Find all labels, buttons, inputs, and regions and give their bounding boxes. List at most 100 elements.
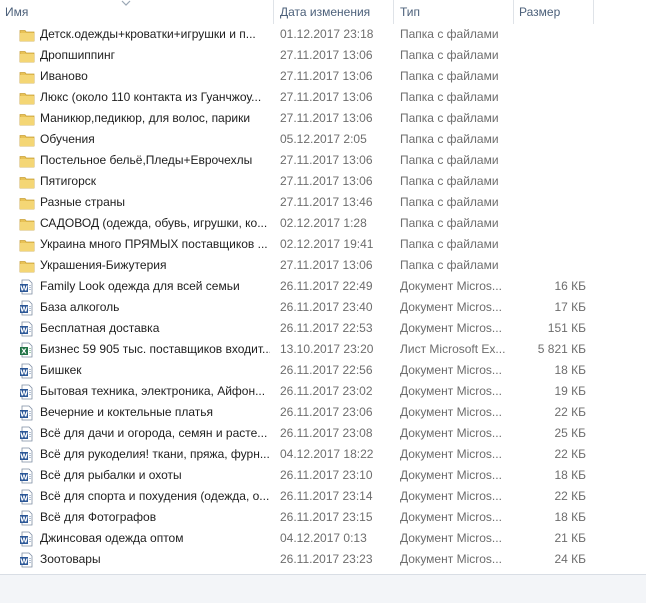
file-row[interactable]: W Вечерние и коктельные платья 26.11.2017… xyxy=(0,402,646,423)
column-header-name[interactable]: Имя xyxy=(5,0,28,24)
folder-icon xyxy=(19,69,35,85)
file-type: Документ Micros... xyxy=(400,384,502,398)
file-row[interactable]: W Всё для спорта и похудения (одежда, о.… xyxy=(0,486,646,507)
file-name: Джинсовая одежда оптом xyxy=(40,531,184,545)
file-row[interactable]: W Всё для дачи и огорода, семян и расте.… xyxy=(0,423,646,444)
file-type: Документ Micros... xyxy=(400,300,502,314)
bottom-pane xyxy=(0,574,646,603)
file-row[interactable]: W Всё для Фотографов 26.11.2017 23:15 Доку… xyxy=(0,507,646,528)
file-type: Папка с файлами xyxy=(400,216,499,230)
file-size: 19 КБ xyxy=(554,384,586,398)
file-type: Документ Micros... xyxy=(400,405,502,419)
file-size xyxy=(518,171,586,192)
file-size xyxy=(518,45,586,66)
file-date: 27.11.2017 13:06 xyxy=(280,153,373,167)
column-separator[interactable] xyxy=(593,0,594,24)
column-header-size[interactable]: Размер xyxy=(519,0,560,24)
file-type: Документ Micros... xyxy=(400,447,502,461)
file-row[interactable]: Дропшиппинг 27.11.2017 13:06 Папка с файла… xyxy=(0,45,646,66)
file-size: 18 КБ xyxy=(554,510,586,524)
file-type: Документ Micros... xyxy=(400,363,502,377)
file-date: 27.11.2017 13:06 xyxy=(280,48,373,62)
file-name: Вечерние и коктельные платья xyxy=(40,405,214,419)
file-row[interactable]: Детск.одежды+кроватки+игрушки и п... 01.1… xyxy=(0,24,646,45)
file-date: 27.11.2017 13:06 xyxy=(280,69,373,83)
file-row[interactable]: W Джинсовая одежда оптом 04.12.2017 0:13 Д… xyxy=(0,528,646,549)
file-name: Всё для рукоделия! ткани, пряжа, фурн... xyxy=(40,447,270,461)
file-type: Папка с файлами xyxy=(400,132,499,146)
svg-text:W: W xyxy=(20,369,28,377)
file-row[interactable]: Иваново 27.11.2017 13:06 Папка с файлами xyxy=(0,66,646,87)
file-size: 25 КБ xyxy=(554,426,586,440)
word-doc-icon: W xyxy=(19,489,35,505)
file-size: 22 КБ xyxy=(554,405,586,419)
svg-text:W: W xyxy=(20,537,28,545)
svg-text:X: X xyxy=(21,348,27,356)
file-date: 26.11.2017 23:15 xyxy=(280,510,373,524)
file-row[interactable]: Обучения 05.12.2017 2:05 Папка с файлами xyxy=(0,129,646,150)
file-row[interactable]: Украшения-Бижутерия 27.11.2017 13:06 Папка… xyxy=(0,255,646,276)
column-header-type[interactable]: Тип xyxy=(400,0,420,24)
sort-chevron-icon xyxy=(121,0,131,6)
file-size: 22 КБ xyxy=(554,447,586,461)
file-date: 26.11.2017 23:23 xyxy=(280,552,373,566)
excel-sheet-icon: X xyxy=(19,342,35,358)
word-doc-icon: W xyxy=(19,321,35,337)
file-date: 26.11.2017 23:14 xyxy=(280,489,373,503)
file-date: 27.11.2017 13:46 xyxy=(280,195,373,209)
column-separator[interactable] xyxy=(273,0,274,24)
file-row[interactable]: W Зоотовары 26.11.2017 23:23 Документ Micr… xyxy=(0,549,646,570)
file-date: 02.12.2017 1:28 xyxy=(280,216,367,230)
file-name: Украшения-Бижутерия xyxy=(40,258,167,272)
file-date: 26.11.2017 23:10 xyxy=(280,468,373,482)
file-row[interactable]: Люкс (около 110 контакта из Гуанчжоу... 2… xyxy=(0,87,646,108)
file-size xyxy=(518,150,586,171)
file-name: Всё для рыбалки и охоты xyxy=(40,468,182,482)
file-type: Документ Micros... xyxy=(400,426,502,440)
file-name: Постельное бельё,Пледы+Еврочехлы xyxy=(40,153,253,167)
file-type: Документ Micros... xyxy=(400,279,502,293)
file-date: 04.12.2017 18:22 xyxy=(280,447,374,461)
file-date: 27.11.2017 13:06 xyxy=(280,258,373,272)
column-separator[interactable] xyxy=(513,0,514,24)
file-size xyxy=(518,66,586,87)
file-date: 26.11.2017 22:53 xyxy=(280,321,373,335)
file-size xyxy=(518,129,586,150)
file-name: Украина много ПРЯМЫХ поставщиков ... xyxy=(40,237,268,251)
file-size: 16 КБ xyxy=(554,279,586,293)
file-row[interactable]: W Всё для рукоделия! ткани, пряжа, фурн.… xyxy=(0,444,646,465)
file-row[interactable]: W Бишкек 26.11.2017 22:56 Документ Micros.… xyxy=(0,360,646,381)
file-name: Всё для дачи и огорода, семян и расте... xyxy=(40,426,268,440)
file-name: Иваново xyxy=(40,69,88,83)
file-size: 18 КБ xyxy=(554,468,586,482)
file-row[interactable]: Маникюр,педикюр, для волос, парики 27.11.… xyxy=(0,108,646,129)
file-row[interactable]: X Бизнес 59 905 тыс. поставщиков входит.… xyxy=(0,339,646,360)
word-doc-icon: W xyxy=(19,405,35,421)
file-size: 17 КБ xyxy=(554,300,586,314)
file-row[interactable]: W Family Look одежда для всей семьи 26.11… xyxy=(0,276,646,297)
file-row[interactable]: Разные страны 27.11.2017 13:46 Папка с фай… xyxy=(0,192,646,213)
file-row[interactable]: W База алкоголь 26.11.2017 23:40 Документ … xyxy=(0,297,646,318)
column-separator[interactable] xyxy=(393,0,394,24)
file-row[interactable]: Пятигорск 27.11.2017 13:06 Папка с файлами xyxy=(0,171,646,192)
file-size xyxy=(518,24,586,45)
file-row[interactable]: Украина много ПРЯМЫХ поставщиков ... 02.1… xyxy=(0,234,646,255)
file-date: 04.12.2017 0:13 xyxy=(280,531,367,545)
file-date: 26.11.2017 22:49 xyxy=(280,279,373,293)
file-row[interactable]: W Бытовая техника, электроника, Айфон...… xyxy=(0,381,646,402)
file-date: 26.11.2017 22:56 xyxy=(280,363,373,377)
file-row[interactable]: САДОВОД (одежда, обувь, игрушки, ко... 02… xyxy=(0,213,646,234)
file-name: Family Look одежда для всей семьи xyxy=(40,279,240,293)
folder-icon xyxy=(19,27,35,43)
file-name: Всё для спорта и похудения (одежда, о... xyxy=(40,489,270,503)
file-row[interactable]: W Бесплатная доставка 26.11.2017 22:53 Док… xyxy=(0,318,646,339)
file-row[interactable]: W Всё для рыбалки и охоты 26.11.2017 23:1… xyxy=(0,465,646,486)
svg-text:W: W xyxy=(20,453,28,461)
word-doc-icon: W xyxy=(19,531,35,547)
svg-text:W: W xyxy=(20,516,28,524)
file-date: 05.12.2017 2:05 xyxy=(280,132,367,146)
file-size: 21 КБ xyxy=(554,531,586,545)
svg-text:W: W xyxy=(20,327,28,335)
column-header-date[interactable]: Дата изменения xyxy=(280,0,370,24)
file-row[interactable]: Постельное бельё,Пледы+Еврочехлы 27.11.20… xyxy=(0,150,646,171)
